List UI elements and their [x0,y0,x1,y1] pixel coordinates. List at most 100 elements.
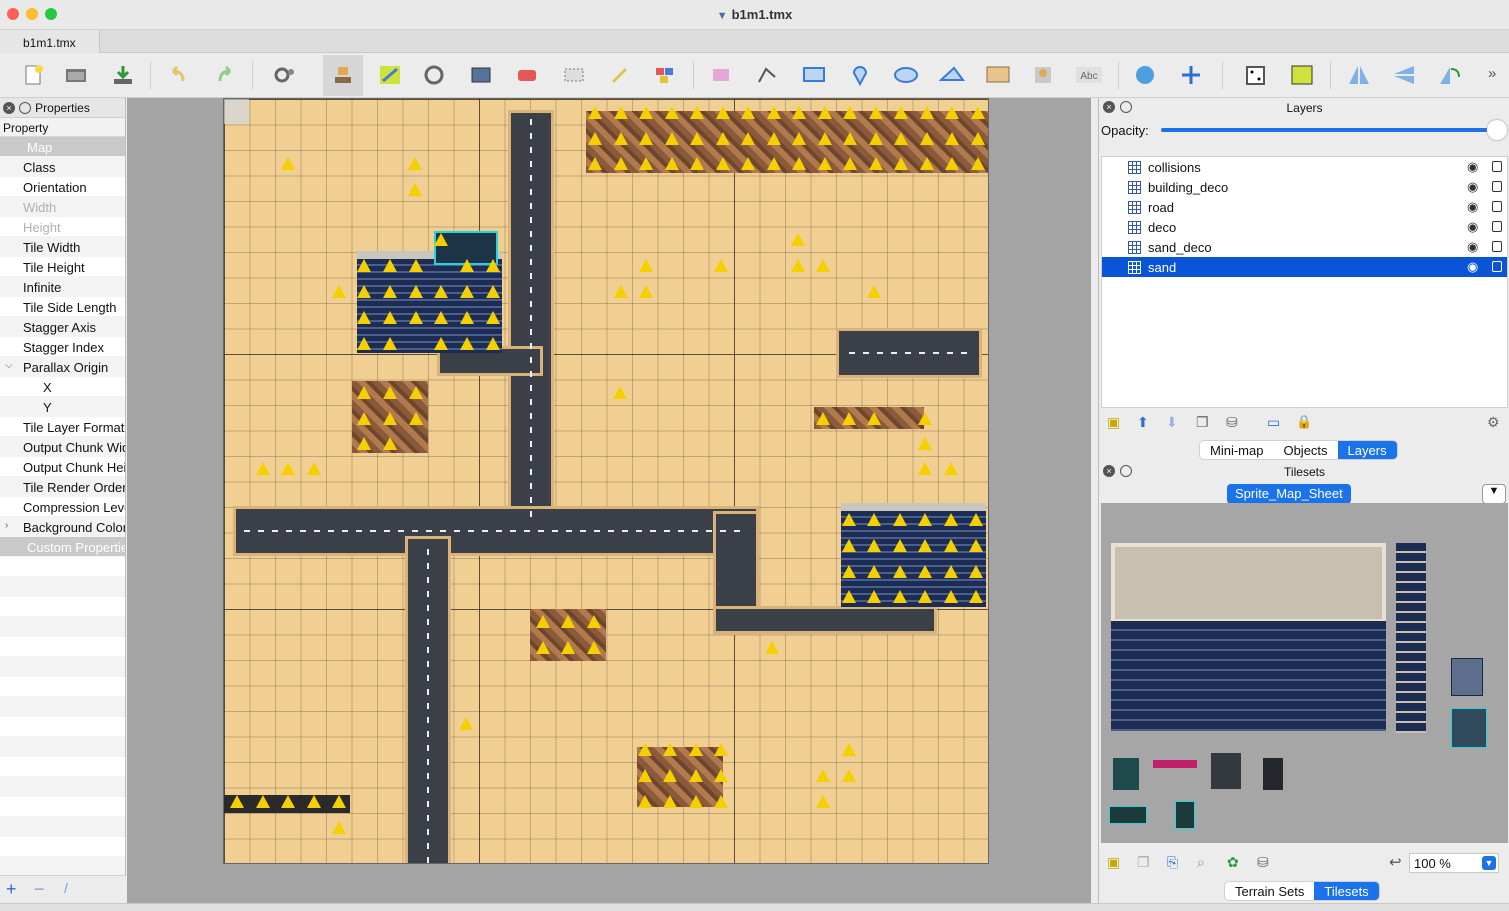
lock-layer-icon[interactable]: 🔒 [1296,414,1312,430]
new-icon[interactable] [20,63,46,87]
save-icon[interactable] [110,63,136,87]
bucket-fill-icon[interactable] [468,63,494,87]
tab-mini-map[interactable]: Mini-map [1200,441,1273,459]
eye-icon[interactable]: ◉ [1467,179,1478,195]
property-row-custom-properties[interactable]: Custom Properties [0,537,125,557]
map-canvas-area[interactable] [127,98,1091,903]
insert-polygon-icon[interactable] [939,63,965,87]
layer-row-road[interactable]: road ◉ [1102,197,1507,217]
layer-row-deco[interactable]: deco ◉ [1102,217,1507,237]
rotate-icon[interactable] [1437,63,1463,87]
property-row-parallax-origin[interactable]: ⌵ Parallax Origin [0,357,125,377]
property-row-stagger-index[interactable]: Stagger Index [0,337,125,357]
insert-rectangle-icon[interactable] [801,63,827,87]
property-row-map[interactable]: Map [0,137,125,157]
rectangular-select-icon[interactable] [561,63,587,87]
property-row-y[interactable]: Y [0,397,125,417]
chevron-down-icon[interactable]: ⌵ [5,360,13,371]
property-row-tile-side-length[interactable]: Tile Side Length [0,297,125,317]
insert-template-icon[interactable] [1030,63,1056,87]
tileset-zoom-select[interactable]: 100 % ▼ [1409,853,1499,873]
world-tool-icon[interactable] [1133,63,1159,87]
insert-ellipse-icon[interactable] [893,63,919,87]
property-row-tile-render-order[interactable]: Tile Render Order [0,477,125,497]
property-row-tile-height[interactable]: Tile Height [0,257,125,277]
tile-map[interactable] [223,98,989,864]
property-row-output-chunk-height[interactable]: Output Chunk Height [0,457,125,477]
property-row-infinite[interactable]: Infinite [0,277,125,297]
delete-layer-icon[interactable]: ⛁ [1226,414,1238,431]
tab-terrain-sets[interactable]: Terrain Sets [1225,882,1314,900]
stamp-brush-icon[interactable] [330,63,356,87]
lower-layer-icon[interactable]: ⬇ [1166,414,1178,431]
remove-tileset-icon[interactable]: ⛁ [1257,854,1269,871]
layer-row-building-deco[interactable]: building_deco ◉ [1102,177,1507,197]
export-tileset-icon[interactable]: ⎘ [1167,854,1178,871]
layer-row-collisions[interactable]: collisions ◉ [1102,157,1507,177]
layer-row-sand-deco[interactable]: sand_deco ◉ [1102,237,1507,257]
insert-tile-icon[interactable] [985,63,1011,87]
rename-property-icon[interactable]: / [64,880,68,896]
layers-menu-icon[interactable]: ⚙ [1487,414,1500,431]
tab-tilesets[interactable]: Tilesets [1314,882,1379,900]
wang-fill-icon[interactable] [1289,63,1315,87]
property-column-header[interactable]: Property [0,118,125,137]
property-row-x[interactable]: X [0,377,125,397]
duplicate-layer-icon[interactable]: ❐ [1196,414,1209,431]
tab-layers[interactable]: Layers [1337,441,1397,459]
select-same-tile-icon[interactable] [652,63,678,87]
flip-horizontal-icon[interactable] [1346,63,1372,87]
property-row-class[interactable]: Class [0,157,125,177]
property-row-stagger-axis[interactable]: Stagger Axis [0,317,125,337]
undo-icon[interactable] [165,63,191,87]
select-objects-icon[interactable] [708,63,734,87]
lock-icon[interactable] [1492,181,1502,192]
tileset-view[interactable] [1101,503,1508,843]
property-row-tile-width[interactable]: Tile Width [0,237,125,257]
property-row-background-color[interactable]: › Background Color [0,517,125,537]
property-row-width[interactable]: Width [0,197,125,217]
magic-wand-icon[interactable] [607,63,633,87]
eye-icon[interactable]: ◉ [1467,239,1478,255]
redo-icon[interactable] [212,63,238,87]
edit-polygons-icon[interactable] [754,63,780,87]
remove-property-icon[interactable]: − [34,879,45,900]
more-icon[interactable]: » [1488,65,1496,82]
eye-icon[interactable]: ◉ [1467,259,1478,275]
lock-icon[interactable] [1492,161,1502,172]
property-row-height[interactable]: Height [0,217,125,237]
offset-map-icon[interactable] [1178,63,1204,87]
new-layer-icon[interactable]: ▣ [1107,414,1120,431]
raise-layer-icon[interactable]: ⬆ [1137,414,1149,431]
embed-tileset-icon[interactable]: ❐ [1137,854,1150,871]
document-tab[interactable]: b1m1.tmx [0,30,100,53]
tileset-dropdown-chevron-down-icon[interactable]: ▼ [1482,484,1506,504]
tileset-tab-sprite-map-sheet[interactable]: Sprite_Map_Sheet [1227,484,1351,504]
add-property-icon[interactable]: + [6,879,17,900]
dynamic-wrapping-icon[interactable]: ✿ [1227,854,1239,871]
eraser-icon[interactable] [514,63,540,87]
wrap-icon[interactable]: ↩ [1389,853,1402,871]
tab-objects[interactable]: Objects [1273,441,1337,459]
open-icon[interactable] [63,63,89,87]
property-row-tile-layer-format[interactable]: Tile Layer Format [0,417,125,437]
edit-tileset-icon[interactable]: ⌕ [1197,854,1205,871]
insert-point-icon[interactable] [847,63,873,87]
eye-icon[interactable]: ◉ [1467,159,1478,175]
command-icon[interactable] [272,63,298,87]
property-row-output-chunk-width[interactable]: Output Chunk Width [0,437,125,457]
opacity-slider-handle[interactable] [1487,120,1507,140]
lock-icon[interactable] [1492,201,1502,212]
property-row-compression-level[interactable]: Compression Level [0,497,125,517]
chevron-right-icon[interactable]: › [5,520,8,531]
eye-icon[interactable]: ◉ [1467,219,1478,235]
layer-row-sand[interactable]: sand ◉ [1102,257,1507,277]
chevron-down-icon[interactable]: ▼ [1482,856,1496,870]
lock-icon[interactable] [1492,261,1502,272]
lock-icon[interactable] [1492,241,1502,252]
show-hide-layer-icon[interactable]: ▭ [1267,414,1280,431]
flip-vertical-icon[interactable] [1391,63,1417,87]
random-mode-icon[interactable] [1243,63,1269,87]
terrain-brush-icon[interactable] [377,63,403,87]
property-row-orientation[interactable]: Orientation [0,177,125,197]
